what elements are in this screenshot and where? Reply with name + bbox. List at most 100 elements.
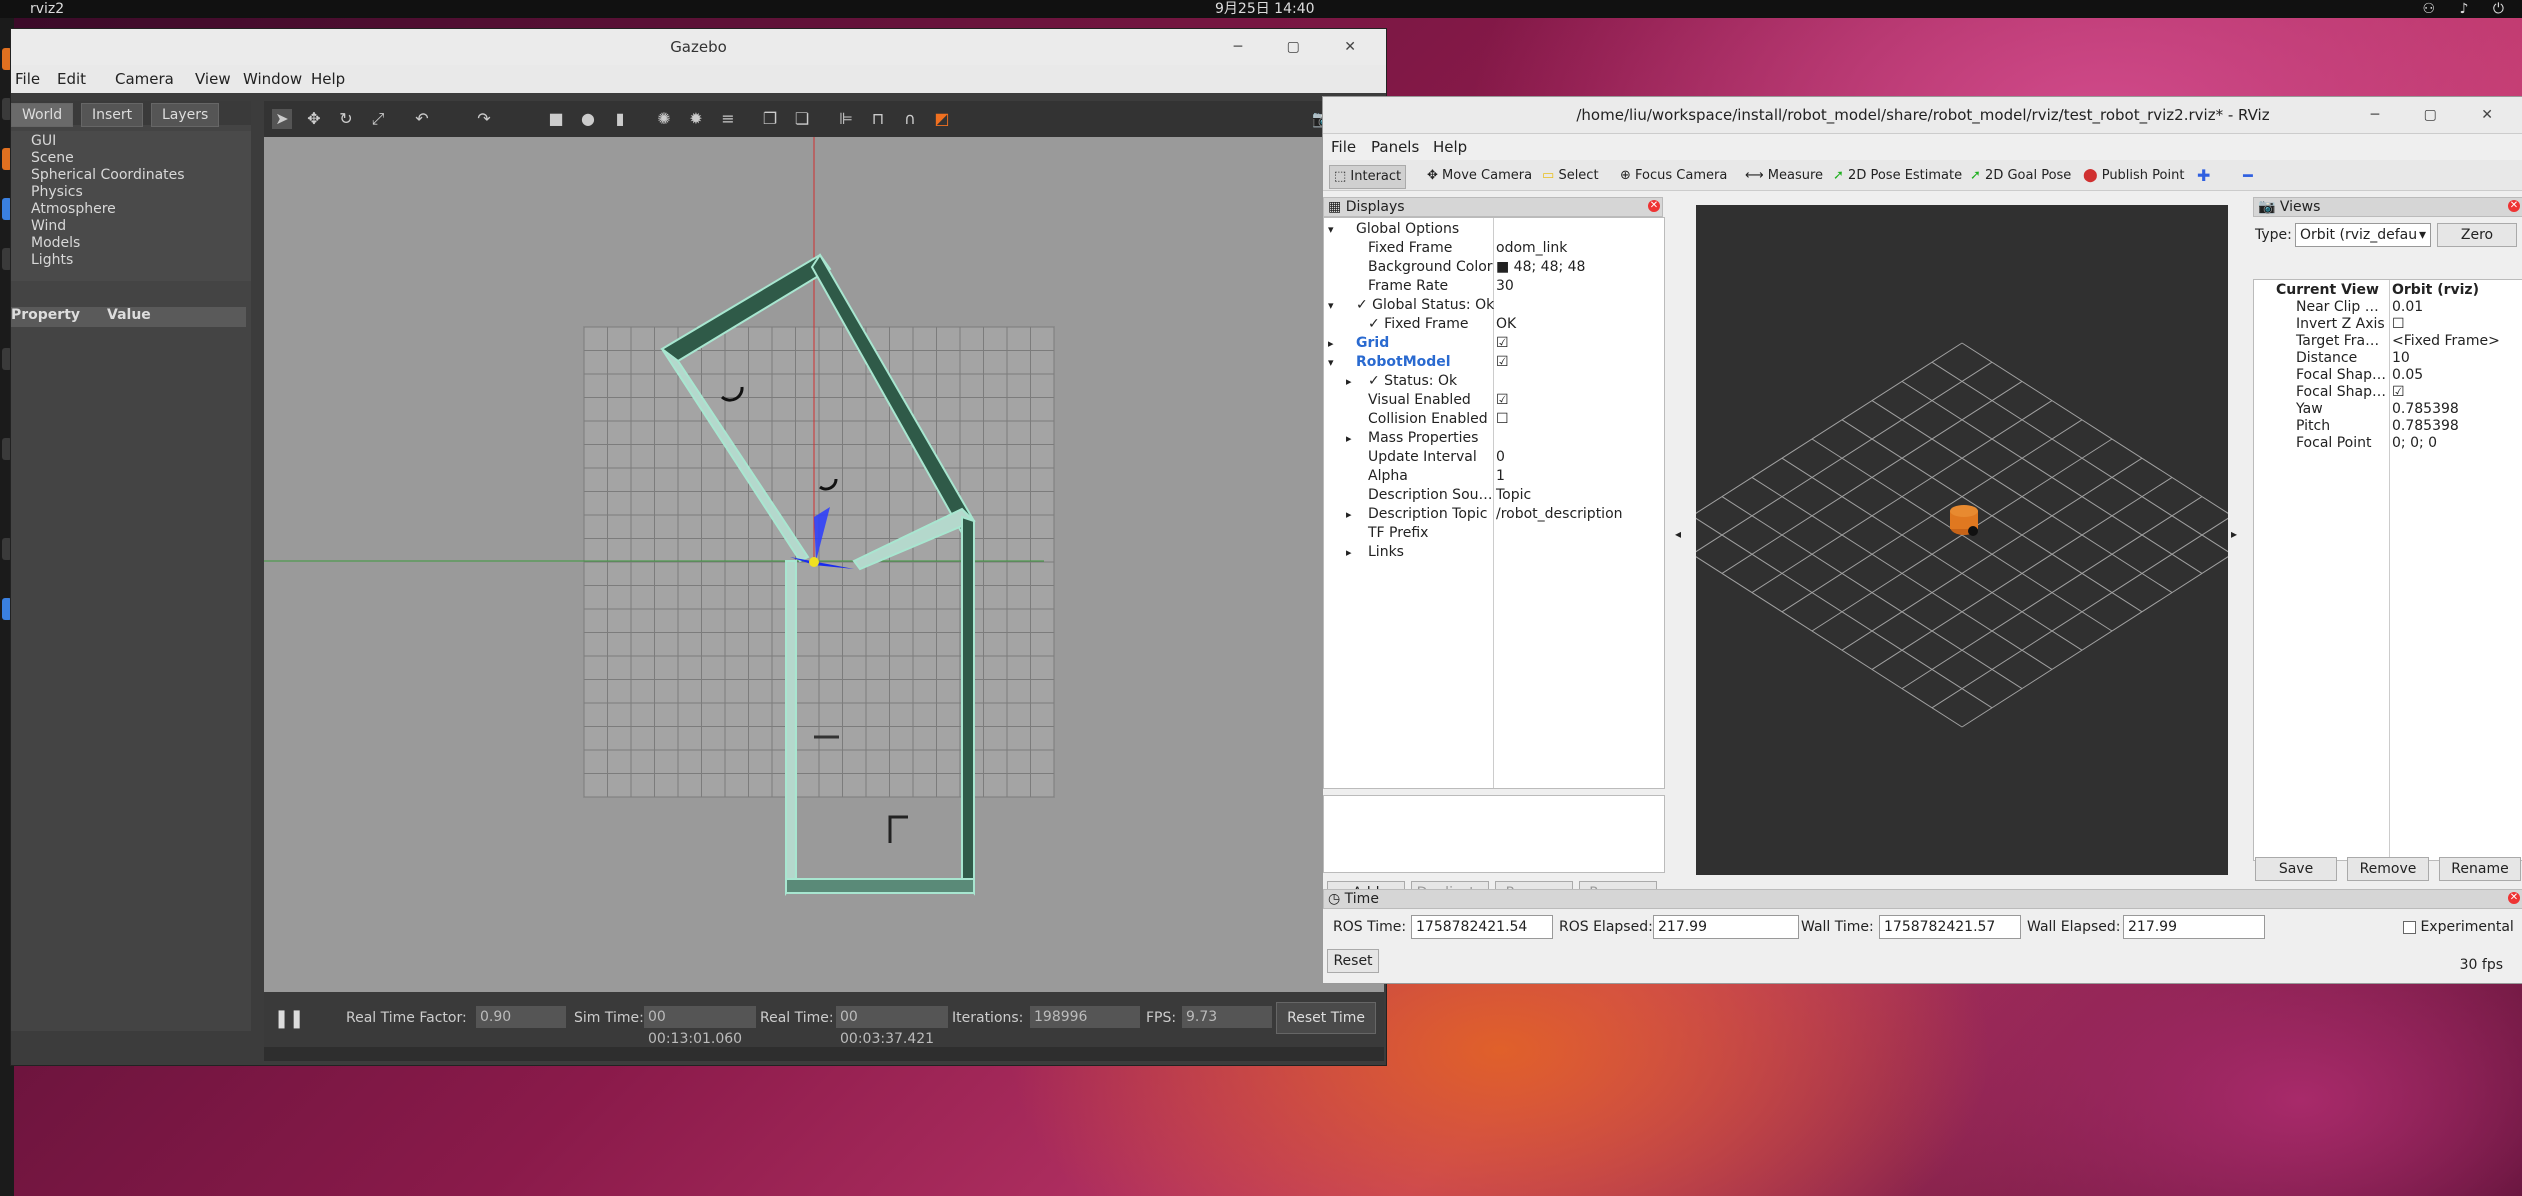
active-app-label[interactable]: rviz2 <box>30 0 64 18</box>
menu-panels[interactable]: Panels <box>1371 138 1419 156</box>
tree-item-wind[interactable]: Wind <box>31 218 66 234</box>
display-row[interactable]: Alpha 1 <box>1324 467 1664 486</box>
paste-icon[interactable]: ❏ <box>792 109 812 129</box>
tool-2d-pose-estimate[interactable]: ➚ 2D Pose Estimate <box>1829 165 1966 187</box>
display-property-value[interactable]: 0 <box>1496 448 1505 467</box>
tab-layers[interactable]: Layers <box>151 103 220 127</box>
rename-view-button[interactable]: Rename <box>2439 857 2521 881</box>
views-type-select[interactable]: Orbit (rviz_defau ▾ <box>2295 223 2431 247</box>
display-row[interactable]: Update Interval 0 <box>1324 448 1664 467</box>
tool-move-camera[interactable]: ✥ Move Camera <box>1423 165 1536 187</box>
collapse-left-icon[interactable]: ◂ <box>1675 527 1681 541</box>
reset-button[interactable]: Reset <box>1327 949 1379 973</box>
box-shape-icon[interactable]: ■ <box>546 109 566 129</box>
undo-icon[interactable]: ↶ <box>412 109 432 129</box>
menu-view[interactable]: View <box>195 70 231 88</box>
expand-icon[interactable]: ▾ <box>1328 220 1334 239</box>
directional-light-icon[interactable]: ≡ <box>718 109 738 129</box>
select-mode-icon[interactable]: ➤ <box>272 109 292 129</box>
display-property-value[interactable]: 30 <box>1496 277 1514 296</box>
display-row[interactable]: Description Sou… Topic <box>1324 486 1664 505</box>
display-row[interactable]: Fixed Frame odom_link <box>1324 239 1664 258</box>
view-property-value[interactable]: ☐ <box>2392 316 2405 333</box>
display-row[interactable]: Visual Enabled ☑ <box>1324 391 1664 410</box>
tool-interact[interactable]: ⬚ Interact <box>1329 165 1407 189</box>
view-row[interactable]: Focal Point 0; 0; 0 <box>2254 435 2522 452</box>
robot-model[interactable] <box>809 557 819 567</box>
display-row[interactable]: TF Prefix <box>1324 524 1664 543</box>
view-property-value[interactable]: ☑ <box>2392 384 2405 401</box>
expand-icon[interactable]: ▾ <box>1328 353 1334 372</box>
ros-time-field[interactable]: 1758782421.54 <box>1411 915 1553 939</box>
pause-icon[interactable]: ❚❚ <box>274 1008 304 1029</box>
remove-view-button[interactable]: Remove <box>2347 857 2429 881</box>
tool-measure[interactable]: ⟷ Measure <box>1741 165 1827 187</box>
view-row[interactable]: Current View Orbit (rviz) <box>2254 282 2522 299</box>
expand-icon[interactable]: ▸ <box>1346 505 1352 524</box>
tree-item-lights[interactable]: Lights <box>31 252 73 268</box>
display-row[interactable]: ▸ ✓ Status: Ok <box>1324 372 1664 391</box>
view-row[interactable]: Near Clip … 0.01 <box>2254 299 2522 316</box>
tab-insert[interactable]: Insert <box>81 103 144 127</box>
point-light-icon[interactable]: ✺ <box>654 109 674 129</box>
menu-help[interactable]: Help <box>1433 138 1467 156</box>
scale-mode-icon[interactable]: ⤢ <box>368 109 388 129</box>
menu-file[interactable]: File <box>15 70 40 88</box>
tool-2d-goal-pose[interactable]: ➚ 2D Goal Pose <box>1966 165 2075 187</box>
close-icon[interactable]: ✕ <box>2508 892 2520 904</box>
snap-icon[interactable]: ⊓ <box>868 109 888 129</box>
tool-focus-camera[interactable]: ⊕ Focus Camera <box>1616 165 1731 187</box>
expand-icon[interactable]: ▾ <box>1328 296 1334 315</box>
display-property-value[interactable]: OK <box>1496 315 1516 334</box>
view-property-value[interactable]: 0.785398 <box>2392 418 2459 435</box>
expand-icon[interactable]: ▸ <box>1346 372 1352 391</box>
align-icon[interactable]: ⊫ <box>836 109 856 129</box>
display-row[interactable]: ▸ Links <box>1324 543 1664 562</box>
view-property-value[interactable]: 0.785398 <box>2392 401 2459 418</box>
view-property-value[interactable]: Orbit (rviz) <box>2392 282 2479 299</box>
view-angle-icon[interactable]: ◩ <box>932 109 952 129</box>
menu-edit[interactable]: Edit <box>57 70 86 88</box>
tree-item-physics[interactable]: Physics <box>31 184 83 200</box>
sphere-shape-icon[interactable]: ● <box>578 109 598 129</box>
close-icon[interactable]: ✕ <box>1648 200 1660 212</box>
view-row[interactable]: Target Fra… <Fixed Frame> <box>2254 333 2522 350</box>
view-property-value[interactable]: 10 <box>2392 350 2410 367</box>
view-row[interactable]: Focal Shap… 0.05 <box>2254 367 2522 384</box>
reset-time-button[interactable]: Reset Time <box>1276 1002 1376 1034</box>
rotate-mode-icon[interactable]: ↻ <box>336 109 356 129</box>
view-property-value[interactable]: 0.01 <box>2392 299 2423 316</box>
tree-item-models[interactable]: Models <box>31 235 80 251</box>
gazebo-3d-scene[interactable] <box>264 137 1384 992</box>
expand-icon[interactable]: ▸ <box>1346 543 1352 562</box>
add-tool-icon[interactable]: ✚ <box>2193 165 2214 187</box>
wall-segment[interactable] <box>785 878 975 894</box>
display-row[interactable]: ▸ Description Topic/robot_description <box>1324 505 1664 524</box>
display-row[interactable]: ▸ Mass Properties <box>1324 429 1664 448</box>
spot-light-icon[interactable]: ✹ <box>686 109 706 129</box>
tool-select[interactable]: ▭ Select <box>1538 165 1603 187</box>
view-row[interactable]: Focal Shap… ☑ <box>2254 384 2522 401</box>
display-row[interactable]: ▸ Grid ☑ <box>1324 334 1664 353</box>
menu-help[interactable]: Help <box>311 70 345 88</box>
magnet-icon[interactable]: ∩ <box>900 109 920 129</box>
view-row[interactable]: Invert Z Axis ☐ <box>2254 316 2522 333</box>
cylinder-shape-icon[interactable]: ▮ <box>610 109 630 129</box>
display-property-value[interactable]: /robot_description <box>1496 505 1623 524</box>
gazebo-titlebar[interactable]: Gazebo ─ ▢ ✕ <box>11 29 1386 65</box>
tree-item-spherical-coordinates[interactable]: Spherical Coordinates <box>31 167 185 183</box>
system-tray[interactable]: ⚇ ♪ ⏻ <box>2423 0 2514 18</box>
wall-segment[interactable] <box>961 515 975 896</box>
redo-icon[interactable]: ↷ <box>474 109 494 129</box>
window-controls[interactable]: ─ ▢ ✕ <box>1234 29 1376 65</box>
expand-icon[interactable]: ▸ <box>1328 334 1334 353</box>
zero-button[interactable]: Zero <box>2437 223 2517 247</box>
view-row[interactable]: Yaw 0.785398 <box>2254 401 2522 418</box>
view-row[interactable]: Distance 10 <box>2254 350 2522 367</box>
view-property-value[interactable]: 0; 0; 0 <box>2392 435 2437 452</box>
display-property-value[interactable]: odom_link <box>1496 239 1567 258</box>
copy-icon[interactable]: ❐ <box>760 109 780 129</box>
display-row[interactable]: ✓ Fixed Frame OK <box>1324 315 1664 334</box>
display-row[interactable]: Frame Rate 30 <box>1324 277 1664 296</box>
collapse-right-icon[interactable]: ▸ <box>2231 527 2237 541</box>
